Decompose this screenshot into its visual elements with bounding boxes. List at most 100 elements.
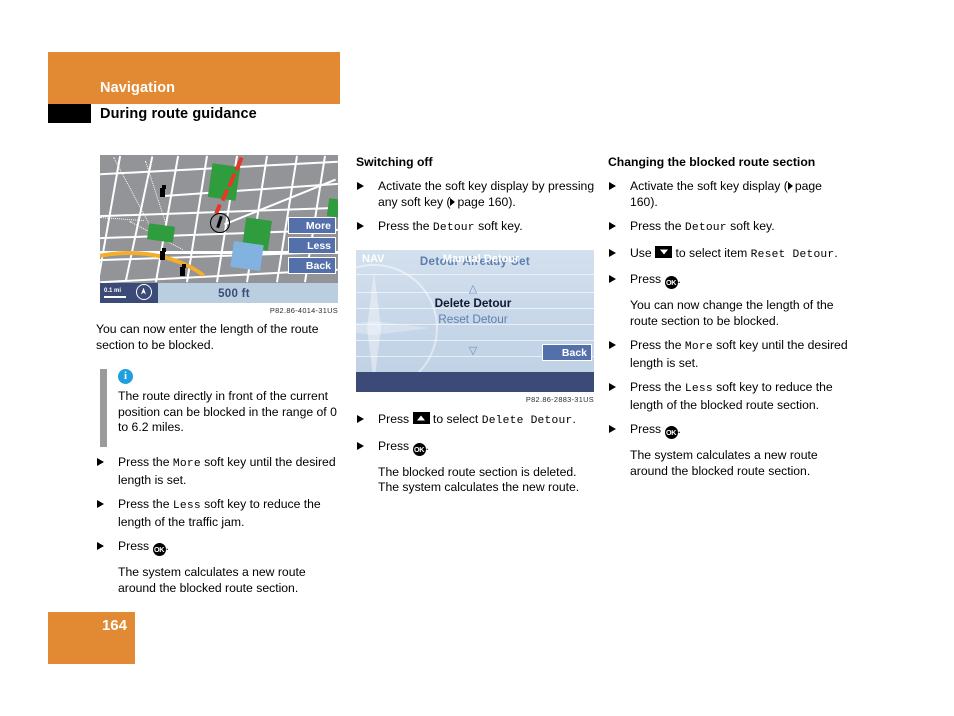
step-text-pre: Press the (378, 219, 433, 233)
bullet-triangle-icon (609, 275, 616, 283)
map-distance-label: 500 ft (218, 288, 250, 300)
step-text-post: . (165, 539, 169, 553)
col2-step-ok: Press OK. (356, 439, 596, 456)
cross-reference-icon (787, 182, 793, 190)
detour-footer-mode-label: Manual Detour (442, 253, 520, 265)
softkey-name-more: More (172, 458, 201, 470)
bullet-triangle-icon (357, 415, 364, 423)
col3-step-select-reset: Use to select item Reset Detour. (608, 245, 852, 264)
col2-step-activate: Activate the soft key display by pressin… (356, 179, 596, 210)
bullet-triangle-icon (357, 182, 364, 190)
col2-result: The blocked route section is deleted. Th… (378, 464, 580, 495)
column-three: Changing the blocked route section Activ… (608, 155, 852, 488)
softkey-name-detour: Detour (684, 222, 727, 234)
map-water-block (230, 241, 264, 271)
map-poi-marker (160, 185, 166, 197)
menu-item-name-reset-detour: Reset Detour (750, 248, 835, 261)
navigation-map-screenshot: More Less Back 0.1 mi 500 ft (100, 155, 338, 303)
step-text-pre: Press the (630, 338, 685, 352)
detour-menu-item-reset[interactable]: Reset Detour (356, 312, 594, 326)
detour-figure: Detour Already Set △ Delete Detour Reset… (356, 250, 594, 404)
step-text-post: . (677, 272, 681, 286)
step-text-pre: Press the (118, 455, 173, 469)
arrow-down-key-icon (655, 245, 673, 258)
note-sidebar (100, 369, 107, 447)
page-number-badge: 164 (48, 612, 135, 664)
step-text-pre: Press (630, 422, 665, 436)
col1-step-ok: Press OK. (96, 539, 342, 556)
page-reference: page 160 (457, 194, 509, 209)
map-figure-caption: P82.86-4014-31US (269, 306, 338, 315)
step-text-mid: to select (429, 412, 482, 426)
step-text-pre: Press (378, 412, 413, 426)
map-poi-marker (160, 248, 166, 260)
detour-rule (356, 274, 594, 275)
bullet-triangle-icon (97, 458, 104, 466)
step-text-pre: Press the (630, 380, 685, 394)
bullet-triangle-icon (97, 542, 104, 550)
step-text-pre: Press (378, 438, 413, 453)
col2-step-select-delete: Press to select Delete Detour. (356, 412, 596, 430)
col1-intro: You can now enter the length of the rout… (96, 322, 319, 352)
step-text: Activate the soft key display ( (630, 179, 788, 193)
ok-button-icon: OK (412, 442, 426, 456)
map-park-block (326, 198, 338, 218)
step-text-post: soft key. (474, 219, 523, 233)
col3-result: The system calculates a new route around… (630, 448, 818, 478)
step-text-mid: to select item (672, 245, 751, 260)
step-text-post: ). (508, 194, 516, 209)
detour-menu-item-delete[interactable]: Delete Detour (356, 296, 594, 310)
map-park-block (147, 223, 175, 243)
softkey-less[interactable]: Less (288, 237, 336, 254)
map-figure: More Less Back 0.1 mi 500 ft P82.86-4014… (100, 155, 338, 315)
col3-note: You can now change the length of the rou… (630, 298, 834, 328)
softkey-name-detour: Detour (432, 222, 475, 234)
scroll-up-indicator-icon[interactable]: △ (356, 282, 594, 295)
section-title: During route guidance (100, 106, 257, 122)
col2-heading: Switching off (356, 155, 433, 169)
ok-button-icon: OK (664, 276, 678, 289)
detour-footer-bar (356, 372, 594, 392)
softkey-back[interactable]: Back (288, 257, 336, 274)
softkey-name-less: Less (684, 383, 713, 395)
bullet-triangle-icon (609, 248, 616, 257)
softkey-more[interactable]: More (288, 217, 336, 234)
column-two: Switching off Activate the soft key disp… (356, 155, 596, 246)
bullet-triangle-icon (609, 182, 616, 190)
step-text-post: soft key. (726, 219, 775, 233)
step-text-pre: Press the (118, 497, 173, 511)
col1-result: The system calculates a new route around… (118, 565, 306, 595)
col3-step-detour: Press the Detour soft key. (608, 219, 852, 237)
col3-step-activate: Activate the soft key display (page 160)… (608, 179, 852, 210)
map-poi-marker (180, 264, 186, 276)
step-text-post: . (425, 438, 429, 453)
col2-step-detour: Press the Detour soft key. (356, 219, 596, 237)
column-one: You can now enter the length of the rout… (96, 322, 342, 605)
col3-heading: Changing the blocked route section (608, 155, 816, 169)
chapter-header-band (48, 52, 340, 104)
menu-item-name-delete-detour: Delete Detour (481, 415, 573, 427)
chapter-title: Navigation (100, 80, 176, 96)
bullet-triangle-icon (609, 222, 616, 230)
step-text-post: . (677, 422, 681, 436)
step-text-pre: Press (118, 539, 153, 553)
step-text-post: ). (650, 194, 658, 209)
col3-step-less: Press the Less soft key to reduce the le… (608, 380, 852, 413)
col1-step-less: Press the Less soft key to reduce the le… (96, 497, 342, 530)
bullet-triangle-icon (609, 425, 616, 433)
col3-step-ok-2: Press OK. (608, 422, 852, 439)
softkey-back[interactable]: Back (542, 344, 592, 361)
ok-button-icon: OK (664, 426, 678, 439)
bullet-triangle-icon (357, 222, 364, 230)
column-two-lower: Press to select Delete Detour. Press OK.… (356, 412, 596, 505)
note-text: The route directly in front of the curre… (118, 389, 337, 434)
info-icon: i (118, 369, 133, 384)
map-current-position-icon (210, 213, 230, 233)
note-box: i The route directly in front of the cur… (96, 369, 342, 447)
bullet-triangle-icon (609, 383, 616, 391)
step-text-post: . (572, 412, 576, 426)
col3-step-more: Press the More soft key until the desire… (608, 338, 852, 371)
detour-screenshot: Detour Already Set △ Delete Detour Reset… (356, 250, 594, 392)
detour-figure-caption: P82.86-2883-31US (525, 395, 594, 404)
bullet-triangle-icon (97, 500, 104, 508)
